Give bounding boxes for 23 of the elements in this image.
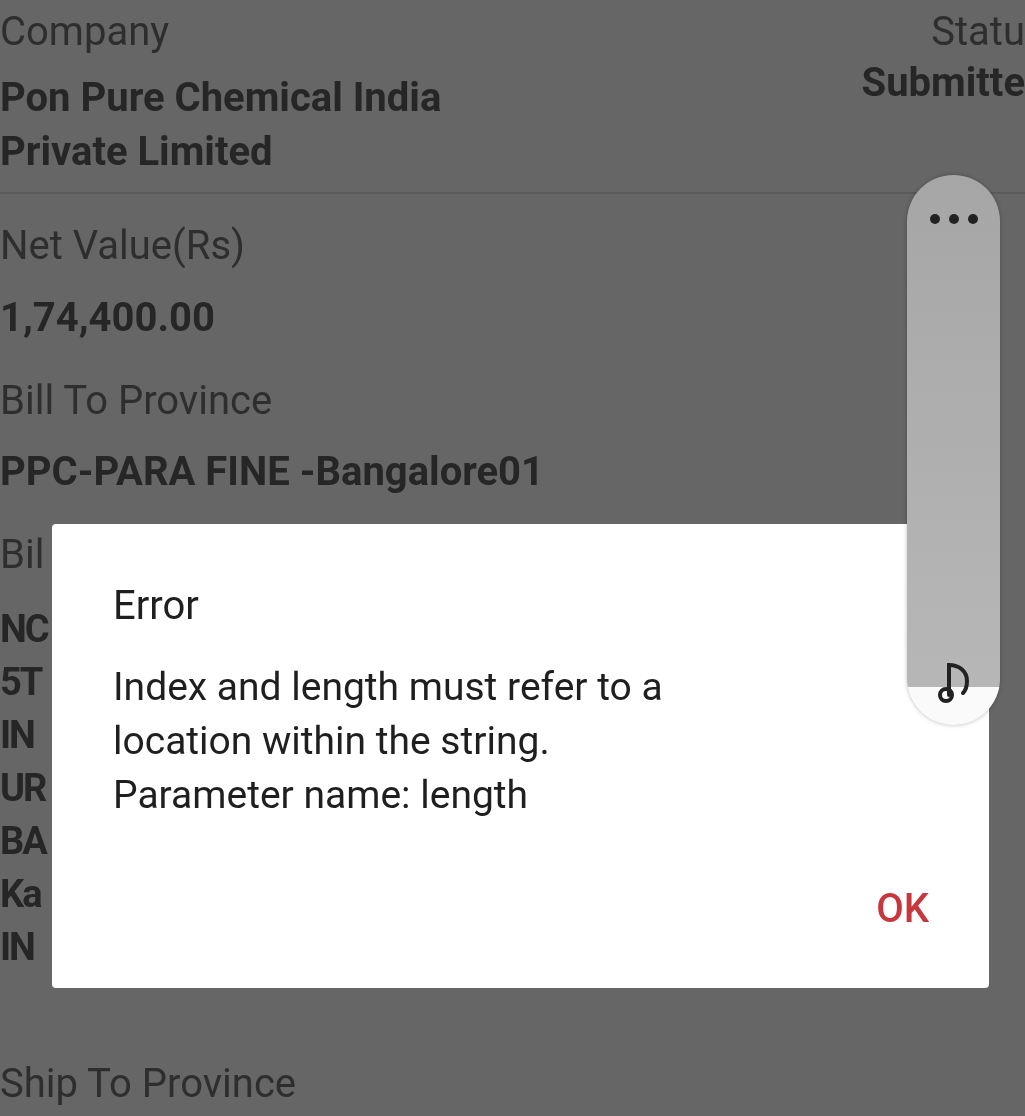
field-value: PPC-PARA FINE -Bangalore01: [0, 447, 544, 497]
dialog-message: Index and length must refer to a location within the string.: [113, 663, 664, 766]
address-line: IN: [0, 924, 34, 971]
ok-button[interactable]: OK: [854, 881, 951, 936]
dialog-message: Parameter name: length: [113, 771, 530, 820]
volume-slider[interactable]: [907, 175, 1000, 725]
dialog-title: Error: [113, 582, 199, 630]
status-label: Statu: [931, 8, 1025, 56]
address-line: Ka: [0, 871, 41, 918]
address-line: 5T: [0, 659, 42, 706]
field-label: Net Value(Rs): [0, 222, 245, 270]
company-label: Company: [0, 8, 170, 56]
field-label: Ship To Province: [0, 1060, 297, 1108]
address-line: IN: [0, 712, 34, 759]
company-value: Pon Pure Chemical India Private Limited: [0, 73, 443, 177]
field-label: Bill To Province: [0, 377, 273, 425]
field-value: 1,74,400.00: [0, 293, 215, 343]
field-label: Bil: [0, 531, 45, 579]
more-icon[interactable]: [929, 213, 979, 225]
status-value: Submitte: [861, 58, 1025, 108]
address-line: NC: [0, 606, 48, 653]
address-line: BA: [0, 818, 46, 865]
address-line: UR: [0, 765, 46, 812]
